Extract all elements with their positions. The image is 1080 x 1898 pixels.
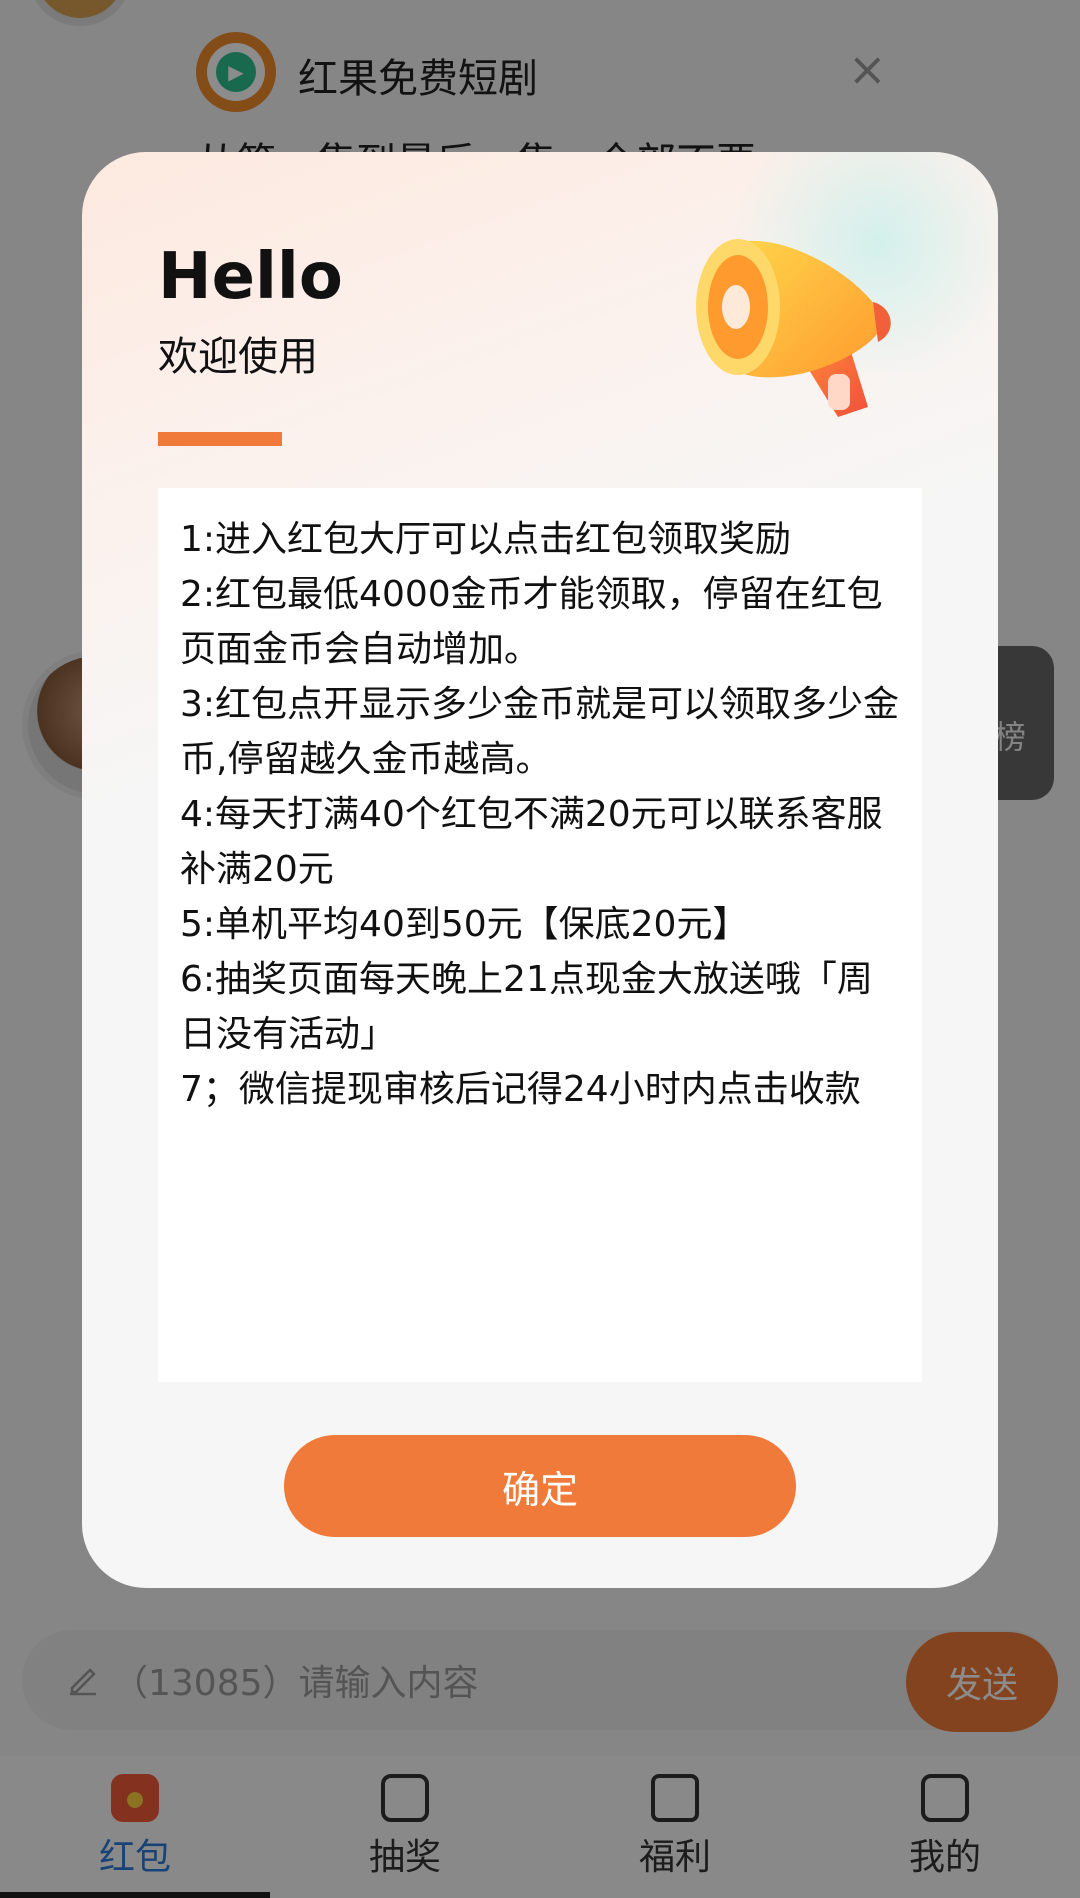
megaphone-icon (696, 239, 891, 417)
rule-item: 2:红包最低4000金币才能领取，停留在红包页面金币会自动增加。 (180, 574, 883, 670)
accent-divider (158, 432, 282, 446)
rule-item: 5:单机平均40到50元【保底20元】 (180, 904, 749, 945)
confirm-button[interactable]: 确定 (284, 1435, 796, 1537)
dialog-greeting: Hello (158, 240, 343, 314)
rules-panel: 1:进入红包大厅可以点击红包领取奖励 2:红包最低4000金币才能领取，停留在红… (158, 488, 922, 1382)
rule-item: 7；微信提现审核后记得24小时内点击收款 (180, 1069, 861, 1110)
rule-item: 3:红包点开显示多少金币就是可以领取多少金币,停留越久金币越高。 (180, 684, 900, 780)
rule-item: 4:每天打满40个红包不满20元可以联系客服补满20元 (180, 794, 883, 890)
welcome-dialog: Hello 欢迎使用 1:进入红包大厅可以点击红包领取奖励 2:红包最低4000… (82, 152, 998, 1588)
dialog-subtitle: 欢迎使用 (158, 334, 318, 380)
rule-item: 6:抽奖页面每天晚上21点现金大放送哦「周日没有活动」 (180, 959, 873, 1055)
rule-item: 1:进入红包大厅可以点击红包领取奖励 (180, 519, 792, 560)
